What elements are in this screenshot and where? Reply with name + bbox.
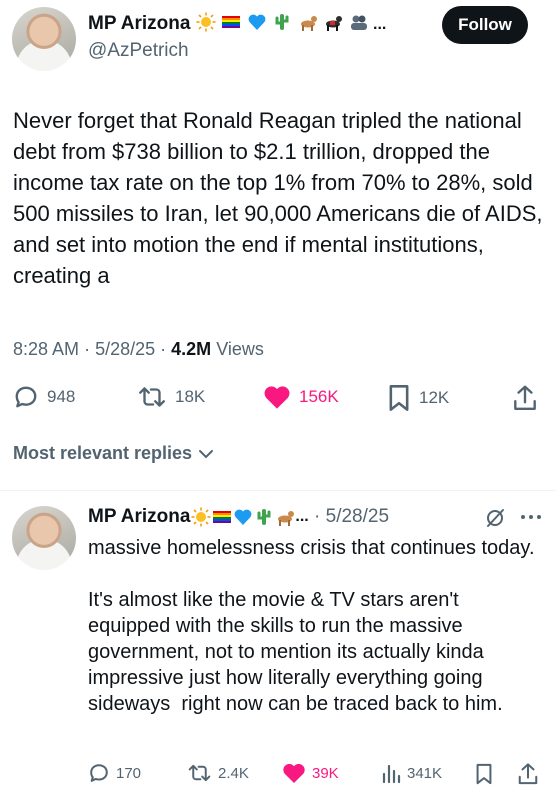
name-truncation: ... <box>295 508 309 525</box>
author-name[interactable]: MP Arizona <box>88 13 190 34</box>
cactus-emoji <box>275 14 289 30</box>
reply-date[interactable]: 5/28/25 <box>326 506 389 528</box>
like-count: 156K <box>299 387 339 406</box>
follow-button[interactable]: Follow <box>442 6 528 44</box>
repost-count: 18K <box>175 387 206 406</box>
reply-like-action[interactable]: 39K <box>282 762 339 784</box>
more-options-icon[interactable] <box>520 513 542 521</box>
reply-author-avatar[interactable] <box>12 506 76 570</box>
meta-separator: · <box>84 339 96 359</box>
reply-text: massive homelessness crisis that continu… <box>88 537 535 715</box>
reply-count: 948 <box>47 387 76 406</box>
views-count: 4.2M <box>171 339 212 359</box>
author-avatar[interactable] <box>12 7 76 71</box>
sun-emoji <box>191 507 211 527</box>
heart-filled-icon <box>283 763 305 783</box>
analytics-icon <box>382 764 401 784</box>
bookmark-action[interactable]: 12K <box>387 384 449 412</box>
grok-icon[interactable] <box>484 507 506 529</box>
rainbow-flag-emoji <box>213 511 232 523</box>
reply-author-name[interactable]: MP Arizona <box>88 506 190 528</box>
name-truncation: ... <box>373 16 387 33</box>
divider <box>0 490 556 491</box>
meta-separator: · <box>160 339 172 359</box>
like-action[interactable]: 156K <box>263 384 339 410</box>
cactus-emoji <box>257 509 271 525</box>
tweet-metadata: 8:28 AM · 5/28/25 · 4.2M Views <box>13 339 264 360</box>
group-emoji <box>350 15 367 30</box>
reply-icon <box>15 386 37 408</box>
views-count: 341K <box>407 764 443 782</box>
bookmark-count: 12K <box>419 388 450 407</box>
reply-action[interactable]: 948 <box>13 384 75 410</box>
reply-repost-action[interactable]: 2.4K <box>187 762 249 784</box>
author-handle[interactable]: @AzPetrich <box>88 40 189 62</box>
reply-header: MP Arizona ... · 5/28/25 <box>88 506 389 528</box>
reply-icon <box>90 764 108 782</box>
repost-action[interactable]: 18K <box>137 384 205 410</box>
replies-sort-label: Most relevant replies <box>13 443 193 463</box>
tweet-text: Never forget that Ronald Reagan tripled … <box>13 108 549 288</box>
service-dog-emoji <box>326 16 343 31</box>
replies-sort-dropdown[interactable]: Most relevant replies <box>13 443 214 464</box>
reply-views-action[interactable]: 341K <box>381 762 442 784</box>
blue-heart-emoji <box>248 14 266 30</box>
chevron-down-icon <box>199 449 214 458</box>
sun-emoji <box>196 12 216 32</box>
bookmark-icon <box>389 385 409 411</box>
share-icon[interactable] <box>517 762 539 786</box>
views-label: Views <box>216 339 264 359</box>
dog-emoji <box>278 511 295 526</box>
tweet-date[interactable]: 5/28/25 <box>95 339 155 359</box>
share-icon <box>514 385 536 410</box>
reply-reply-action[interactable]: 170 <box>88 762 141 784</box>
repost-count: 2.4K <box>218 764 249 782</box>
reply-count: 170 <box>116 764 142 782</box>
tweet-time[interactable]: 8:28 AM <box>13 339 79 359</box>
blue-heart-emoji <box>235 509 252 525</box>
repost-icon <box>139 387 165 407</box>
rainbow-flag-emoji <box>222 16 241 28</box>
like-count: 39K <box>312 764 339 782</box>
dog-emoji <box>300 16 317 31</box>
author-name-row: MP Arizona ... <box>88 12 386 35</box>
repost-icon <box>188 764 211 782</box>
bookmark-icon[interactable] <box>474 763 494 785</box>
share-button[interactable] <box>512 384 538 417</box>
meta-separator: · <box>308 506 326 527</box>
heart-filled-icon <box>264 386 290 409</box>
